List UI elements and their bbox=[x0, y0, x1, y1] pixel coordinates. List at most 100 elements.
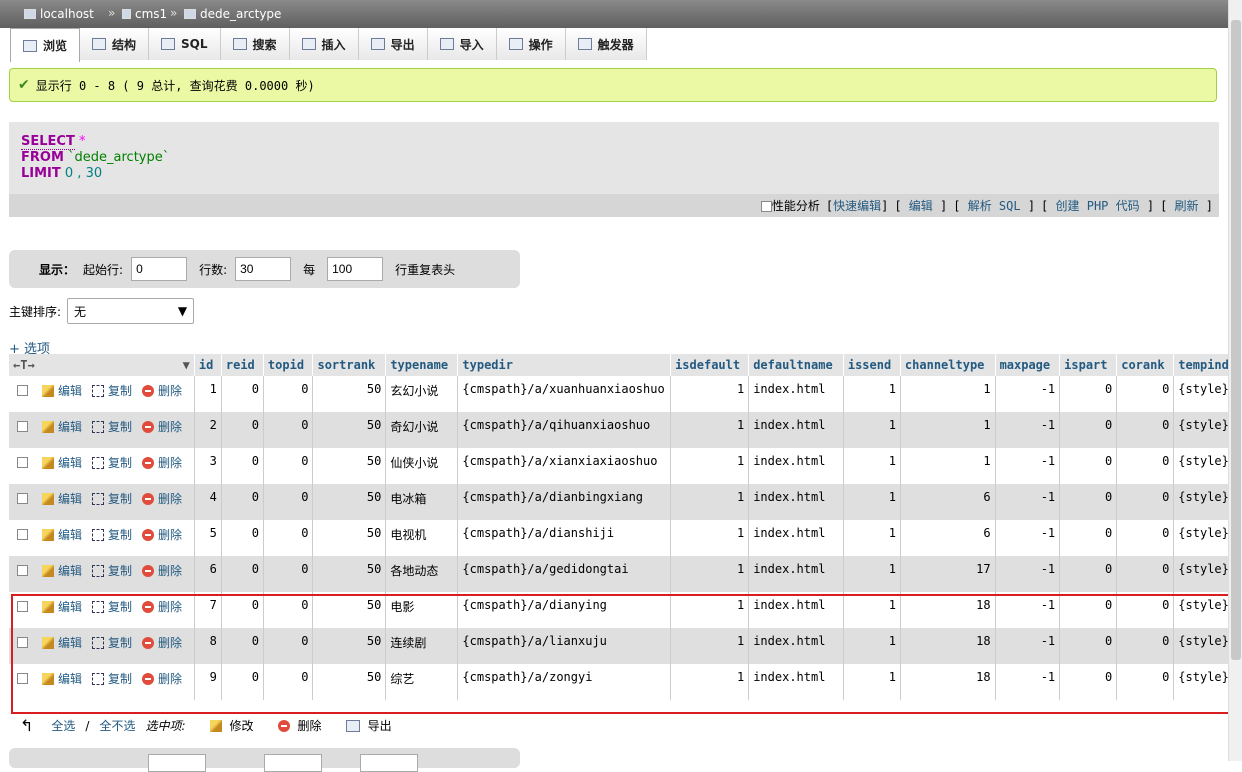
cell-sortrank[interactable]: 50 bbox=[312, 448, 387, 484]
cell-reid[interactable]: 0 bbox=[221, 520, 264, 556]
column-header-typename[interactable]: typename bbox=[385, 354, 459, 376]
cell-corank[interactable]: 0 bbox=[1116, 376, 1175, 412]
column-header-reid[interactable]: reid bbox=[221, 354, 264, 376]
cell-defaultname[interactable]: index.html bbox=[748, 628, 844, 664]
cell-typename[interactable]: 仙侠小说 bbox=[385, 448, 459, 484]
cell-ispart[interactable]: 0 bbox=[1059, 556, 1118, 592]
cell-maxpage[interactable]: -1 bbox=[995, 664, 1061, 700]
cell-reid[interactable]: 0 bbox=[221, 556, 264, 592]
cell-id[interactable]: 3 bbox=[194, 448, 222, 484]
cell-ispart[interactable]: 0 bbox=[1059, 376, 1118, 412]
cell-topid[interactable]: 0 bbox=[263, 448, 314, 484]
cell-typedir[interactable]: {cmspath}/a/zongyi bbox=[457, 664, 672, 700]
cell-issend[interactable]: 1 bbox=[843, 520, 901, 556]
scrollbar-thumb[interactable] bbox=[1231, 20, 1241, 660]
cell-maxpage[interactable]: -1 bbox=[995, 592, 1061, 628]
cell-maxpage[interactable]: -1 bbox=[995, 376, 1061, 412]
cell-corank[interactable]: 0 bbox=[1116, 520, 1175, 556]
cell-typedir[interactable]: {cmspath}/a/xianxiaxiaoshuo bbox=[457, 448, 672, 484]
cell-topid[interactable]: 0 bbox=[263, 628, 314, 664]
cell-topid[interactable]: 0 bbox=[263, 556, 314, 592]
cell-id[interactable]: 4 bbox=[194, 484, 222, 520]
repeat-header-input[interactable] bbox=[327, 257, 384, 281]
cell-reid[interactable]: 0 bbox=[221, 376, 264, 412]
column-header-isdefault[interactable]: isdefault bbox=[670, 354, 750, 376]
start-row-input[interactable] bbox=[131, 257, 188, 281]
cell-issend[interactable]: 1 bbox=[843, 556, 901, 592]
copy-row-link[interactable]: 复制 bbox=[108, 562, 132, 579]
column-header-sortrank[interactable]: sortrank bbox=[312, 354, 387, 376]
cell-isdefault[interactable]: 1 bbox=[670, 592, 750, 628]
sql-select-keyword[interactable]: SELECT bbox=[21, 134, 75, 150]
cell-typename[interactable]: 综艺 bbox=[385, 664, 459, 700]
cell-ispart[interactable]: 0 bbox=[1059, 484, 1118, 520]
breadcrumb-server[interactable]: localhost bbox=[24, 7, 94, 21]
row-checkbox[interactable] bbox=[17, 637, 28, 648]
profiling-checkbox[interactable] bbox=[760, 201, 772, 212]
cell-isdefault[interactable]: 1 bbox=[670, 556, 750, 592]
vertical-scrollbar[interactable] bbox=[1228, 0, 1242, 761]
row-checkbox[interactable] bbox=[17, 493, 28, 504]
cell-typename[interactable]: 连续剧 bbox=[385, 628, 459, 664]
rows-count-input[interactable] bbox=[235, 257, 292, 281]
cell-maxpage[interactable]: -1 bbox=[995, 448, 1061, 484]
cell-defaultname[interactable]: index.html bbox=[748, 520, 844, 556]
column-header-maxpage[interactable]: maxpage bbox=[995, 354, 1061, 376]
row-checkbox[interactable] bbox=[17, 565, 28, 576]
row-checkbox[interactable] bbox=[17, 457, 28, 468]
cell-reid[interactable]: 0 bbox=[221, 592, 264, 628]
cell-typedir[interactable]: {cmspath}/a/lianxuju bbox=[457, 628, 672, 664]
cell-ispart[interactable]: 0 bbox=[1059, 592, 1118, 628]
cell-sortrank[interactable]: 50 bbox=[312, 484, 387, 520]
cell-typedir[interactable]: {cmspath}/a/xuanhuanxiaoshuo bbox=[457, 376, 672, 412]
cell-id[interactable]: 6 bbox=[194, 556, 222, 592]
delete-row-link[interactable]: 删除 bbox=[158, 418, 182, 435]
cell-channeltype[interactable]: 18 bbox=[900, 628, 996, 664]
tab-sql[interactable]: SQL bbox=[149, 28, 221, 60]
edit-row-link[interactable]: 编辑 bbox=[58, 490, 82, 507]
cell-channeltype[interactable]: 17 bbox=[900, 556, 996, 592]
cell-ispart[interactable]: 0 bbox=[1059, 628, 1118, 664]
delete-row-link[interactable]: 删除 bbox=[158, 454, 182, 471]
explain-sql-link[interactable]: 解析 SQL bbox=[968, 199, 1021, 213]
cell-channeltype[interactable]: 1 bbox=[900, 376, 996, 412]
cell-corank[interactable]: 0 bbox=[1116, 556, 1175, 592]
cell-issend[interactable]: 1 bbox=[843, 448, 901, 484]
cell-defaultname[interactable]: index.html bbox=[748, 556, 844, 592]
cell-issend[interactable]: 1 bbox=[843, 376, 901, 412]
cell-maxpage[interactable]: -1 bbox=[995, 556, 1061, 592]
cell-typename[interactable]: 玄幻小说 bbox=[385, 376, 459, 412]
cell-corank[interactable]: 0 bbox=[1116, 592, 1175, 628]
cell-corank[interactable]: 0 bbox=[1116, 484, 1175, 520]
row-checkbox[interactable] bbox=[17, 421, 28, 432]
cell-typedir[interactable]: {cmspath}/a/dianshiji bbox=[457, 520, 672, 556]
column-header-issend[interactable]: issend bbox=[843, 354, 901, 376]
edit-row-link[interactable]: 编辑 bbox=[58, 382, 82, 399]
cell-sortrank[interactable]: 50 bbox=[312, 376, 387, 412]
inline-edit-link[interactable]: 快速编辑 bbox=[833, 199, 881, 213]
delete-row-link[interactable]: 删除 bbox=[158, 490, 182, 507]
cell-sortrank[interactable]: 50 bbox=[312, 628, 387, 664]
copy-row-link[interactable]: 复制 bbox=[108, 634, 132, 651]
check-all-link[interactable]: 全选 bbox=[51, 717, 75, 734]
cell-reid[interactable]: 0 bbox=[221, 412, 264, 448]
cell-channeltype[interactable]: 6 bbox=[900, 484, 996, 520]
cell-defaultname[interactable]: index.html bbox=[748, 592, 844, 628]
column-header-defaultname[interactable]: defaultname bbox=[748, 354, 844, 376]
cell-reid[interactable]: 0 bbox=[221, 484, 264, 520]
cell-maxpage[interactable]: -1 bbox=[995, 484, 1061, 520]
cell-topid[interactable]: 0 bbox=[263, 520, 314, 556]
cell-maxpage[interactable]: -1 bbox=[995, 628, 1061, 664]
cell-topid[interactable]: 0 bbox=[263, 484, 314, 520]
cell-issend[interactable]: 1 bbox=[843, 592, 901, 628]
bulk-export-button[interactable]: 导出 bbox=[345, 717, 392, 734]
cell-defaultname[interactable]: index.html bbox=[748, 412, 844, 448]
cell-channeltype[interactable]: 1 bbox=[900, 412, 996, 448]
copy-row-link[interactable]: 复制 bbox=[108, 382, 132, 399]
cell-reid[interactable]: 0 bbox=[221, 628, 264, 664]
sort-select[interactable]: 无 ▼ bbox=[67, 298, 195, 324]
cell-corank[interactable]: 0 bbox=[1116, 448, 1175, 484]
cell-ispart[interactable]: 0 bbox=[1059, 412, 1118, 448]
cell-issend[interactable]: 1 bbox=[843, 412, 901, 448]
cell-typedir[interactable]: {cmspath}/a/gedidongtai bbox=[457, 556, 672, 592]
